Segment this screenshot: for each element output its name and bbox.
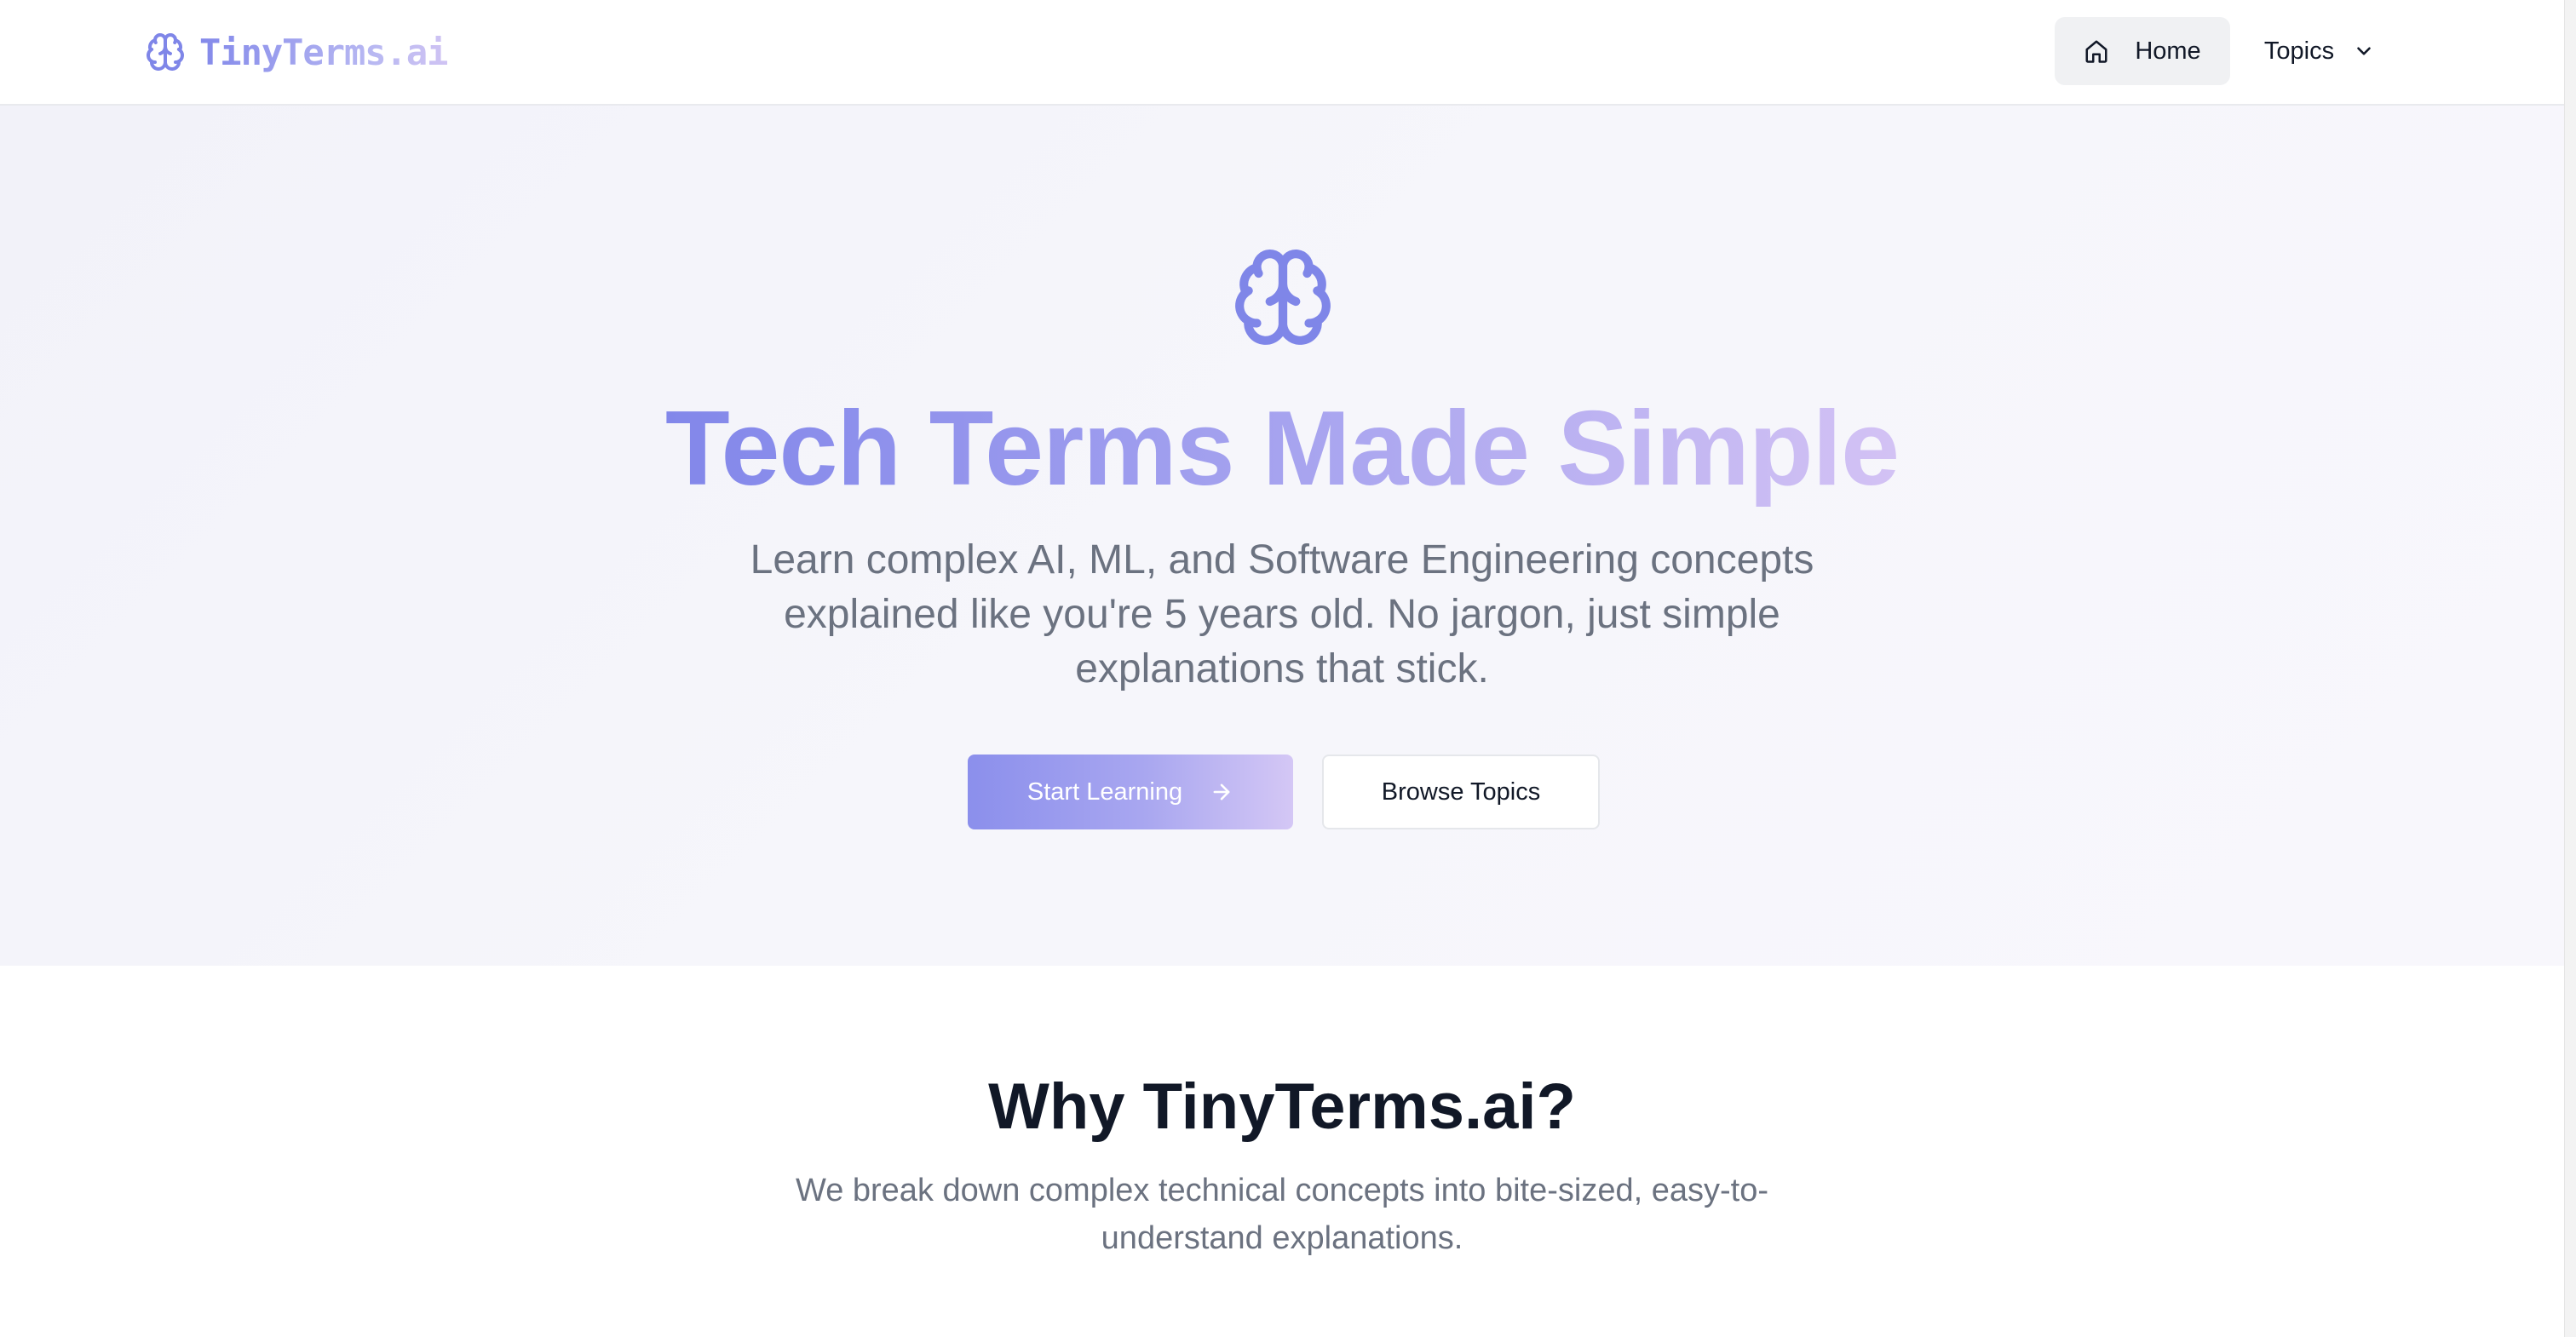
nav-home-button[interactable]: Home bbox=[2055, 17, 2230, 85]
why-section: Why TinyTerms.ai? We break down complex … bbox=[0, 966, 2564, 1337]
hero-title: Tech Terms Made Simple bbox=[0, 385, 2564, 513]
hero-subtitle: Learn complex AI, ML, and Software Engin… bbox=[750, 537, 1814, 691]
why-title: Why TinyTerms.ai? bbox=[988, 1070, 1576, 1143]
brain-icon bbox=[1235, 250, 1331, 345]
nav-topics-dropdown[interactable]: Topics bbox=[2247, 17, 2392, 85]
start-learning-button[interactable]: Start Learning bbox=[968, 755, 1293, 829]
browse-topics-button[interactable]: Browse Topics bbox=[1322, 755, 1600, 829]
hero-title-text: Tech Terms Made Simple bbox=[664, 390, 1900, 508]
nav-home-label: Home bbox=[2135, 37, 2201, 65]
top-navigation-bar: TinyTerms.ai Home Topics bbox=[0, 0, 2564, 106]
brand-name: TinyTerms.ai bbox=[199, 31, 448, 73]
browse-topics-label: Browse Topics bbox=[1381, 778, 1541, 806]
brain-icon bbox=[147, 33, 184, 71]
hero-section: Tech Terms Made Simple Learn complex AI,… bbox=[0, 106, 2564, 966]
why-subtitle: We break down complex technical concepts… bbox=[796, 1173, 1768, 1256]
hero-cta-group: Start Learning Browse Topics bbox=[0, 755, 2564, 829]
arrow-right-icon bbox=[1213, 783, 1230, 800]
main-nav: Home Topics bbox=[2055, 17, 2392, 85]
nav-topics-label: Topics bbox=[2263, 37, 2335, 65]
start-learning-label: Start Learning bbox=[1026, 778, 1183, 806]
brand-logo-link[interactable]: TinyTerms.ai bbox=[145, 0, 448, 104]
home-icon bbox=[2085, 40, 2107, 63]
page-scrollbar[interactable] bbox=[2564, 0, 2576, 1337]
chevron-down-icon bbox=[2357, 47, 2371, 55]
